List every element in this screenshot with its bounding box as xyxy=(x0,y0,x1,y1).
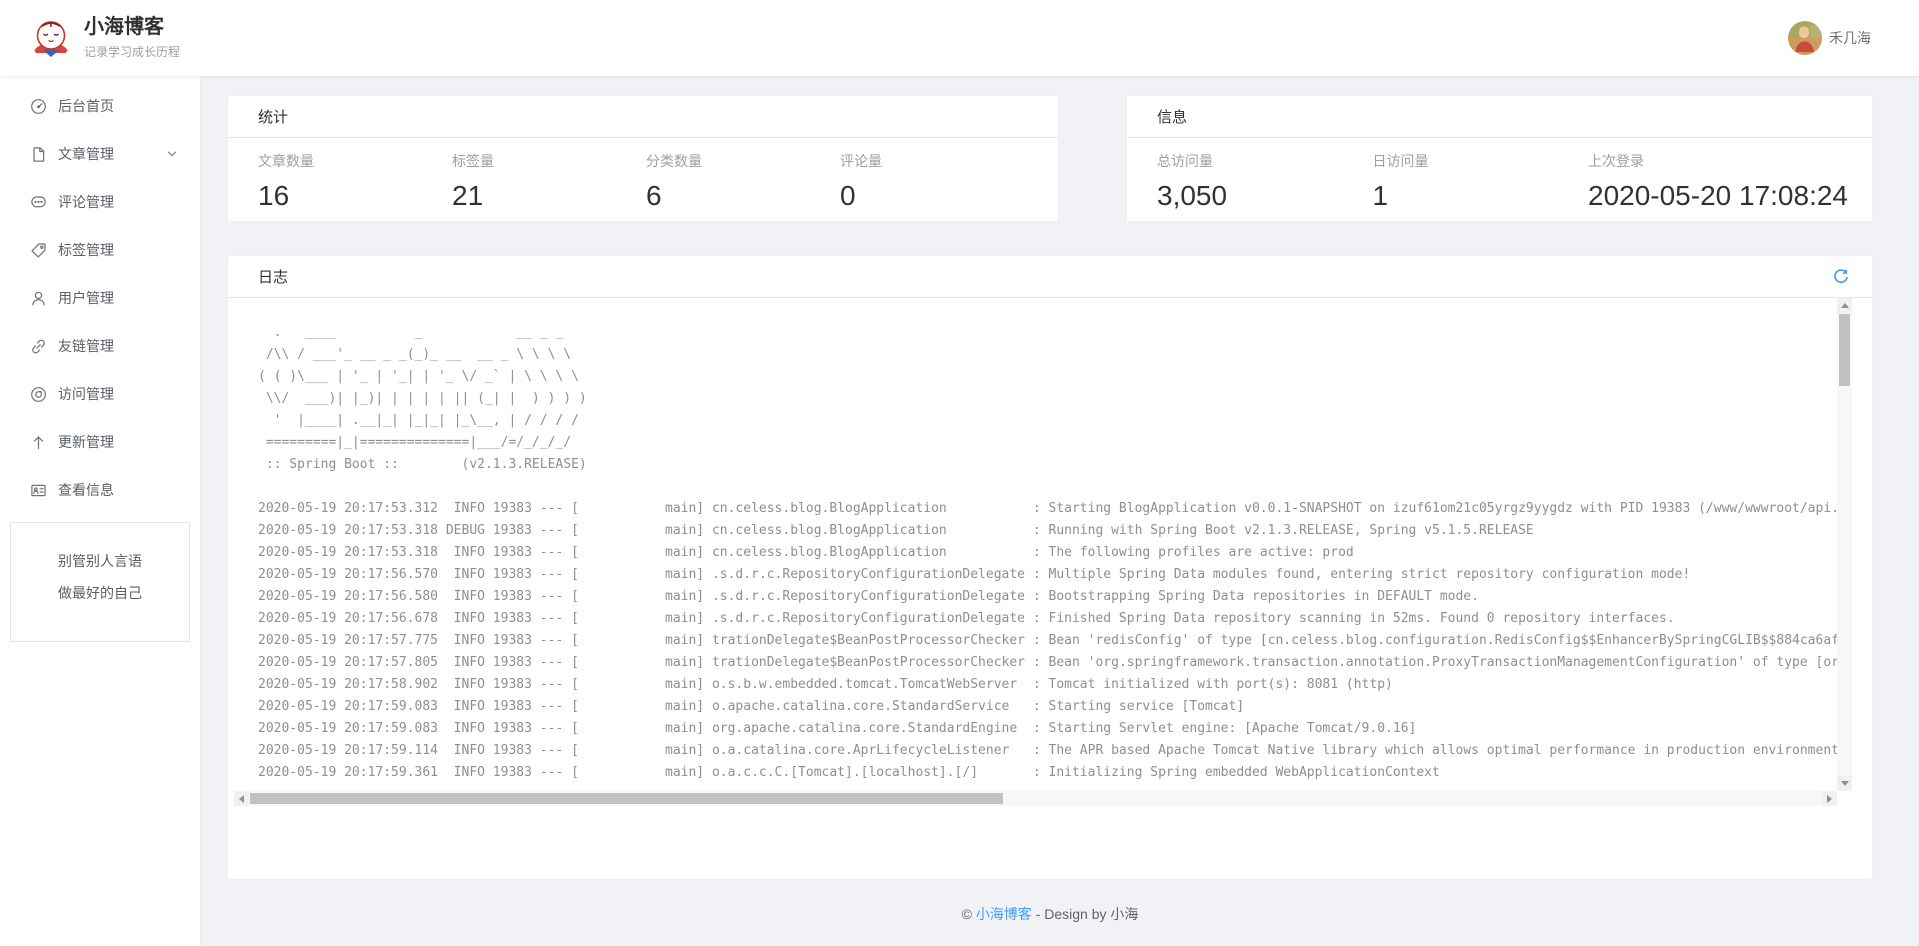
link-icon xyxy=(30,338,47,355)
copyright-prefix: © xyxy=(962,906,976,922)
stat-label: 文章数量 xyxy=(258,151,452,171)
log-card-title: 日志 xyxy=(258,266,288,287)
stat-item: 总访问量 3,050 xyxy=(1157,151,1373,213)
vertical-scrollbar[interactable] xyxy=(1837,298,1852,791)
scroll-up-arrow[interactable] xyxy=(1837,298,1852,313)
app-header: 小海博客 记录学习成长历程 禾几海 xyxy=(0,0,1919,76)
sidebar-item-articles[interactable]: 文章管理 xyxy=(0,130,200,178)
blog-mascot-icon xyxy=(30,17,72,59)
app-subtitle: 记录学习成长历程 xyxy=(84,43,180,60)
app-title: 小海博客 xyxy=(84,16,180,39)
vertical-scroll-thumb[interactable] xyxy=(1839,314,1850,386)
sidebar-item-label: 友链管理 xyxy=(58,336,114,356)
quote-line: 别管别人言语 xyxy=(17,551,183,571)
info-card-body: 总访问量 3,050日访问量 1 上次登录 2020-05-20 17:08:24 xyxy=(1127,138,1872,213)
visit-icon xyxy=(30,386,47,403)
stat-value: 6 xyxy=(646,179,840,213)
sidebar-item-updates[interactable]: 更新管理 xyxy=(0,418,200,466)
stat-item: 评论量 0 xyxy=(840,151,1034,213)
user-avatar xyxy=(1788,21,1822,55)
sidebar-item-label: 用户管理 xyxy=(58,288,114,308)
id-card-icon xyxy=(30,482,47,499)
chevron-down-icon xyxy=(166,148,178,160)
horizontal-scrollbar[interactable] xyxy=(234,791,1837,806)
stat-value: 2020-05-20 17:08:24 xyxy=(1588,179,1848,213)
horizontal-scroll-thumb[interactable] xyxy=(250,793,1003,804)
stat-item: 日访问量 1 xyxy=(1373,151,1589,213)
user-icon xyxy=(30,290,47,307)
quote-box: 别管别人言语做最好的自己 xyxy=(10,522,190,642)
stat-value: 1 xyxy=(1373,179,1589,213)
stat-label: 分类数量 xyxy=(646,151,840,171)
scroll-left-arrow[interactable] xyxy=(234,791,249,806)
stat-label: 日访问量 xyxy=(1373,151,1589,171)
log-card: 日志 . ____ _ __ _ _ /\\ / ___'_ __ _ _(_)… xyxy=(227,255,1873,880)
sidebar-item-label: 文章管理 xyxy=(58,144,114,164)
stats-card: 统计 文章数量 16标签量 21分类数量 6评论量 0 xyxy=(227,95,1059,222)
scroll-right-arrow[interactable] xyxy=(1822,791,1837,806)
log-viewport: . ____ _ __ _ _ /\\ / ___'_ __ _ _(_)_ _… xyxy=(234,298,1852,806)
stat-item: 文章数量 16 xyxy=(258,151,452,213)
sidebar-item-label: 访问管理 xyxy=(58,384,114,404)
user-name: 禾几海 xyxy=(1829,28,1871,48)
stat-item: 标签量 21 xyxy=(452,151,646,213)
dashboard-icon xyxy=(30,98,47,115)
sidebar-item-label: 标签管理 xyxy=(58,240,114,260)
stats-card-body: 文章数量 16标签量 21分类数量 6评论量 0 xyxy=(228,138,1058,213)
stat-label: 上次登录 xyxy=(1588,151,1848,171)
user-menu[interactable]: 禾几海 xyxy=(1788,21,1871,55)
article-icon xyxy=(30,146,47,163)
info-card: 信息 总访问量 3,050日访问量 1 上次登录 2020-05-20 17:08:24 xyxy=(1126,95,1873,222)
sidebar-item-label: 查看信息 xyxy=(58,480,114,500)
stat-value: 0 xyxy=(840,179,1034,213)
stat-value: 21 xyxy=(452,179,646,213)
stat-value: 16 xyxy=(258,179,452,213)
stat-item: 上次登录 2020-05-20 17:08:24 xyxy=(1588,151,1848,213)
sidebar-item-label: 评论管理 xyxy=(58,192,114,212)
comment-icon xyxy=(30,194,47,211)
upload-icon xyxy=(30,434,47,451)
tag-icon xyxy=(30,242,47,259)
sidebar-item-comments[interactable]: 评论管理 xyxy=(0,178,200,226)
sidebar-item-label: 更新管理 xyxy=(58,432,114,452)
sidebar-item-visits[interactable]: 访问管理 xyxy=(0,370,200,418)
sidebar-item-links[interactable]: 友链管理 xyxy=(0,322,200,370)
stat-label: 标签量 xyxy=(452,151,646,171)
stat-label: 总访问量 xyxy=(1157,151,1373,171)
refresh-icon[interactable] xyxy=(1832,268,1850,286)
quote-line: 做最好的自己 xyxy=(17,583,183,603)
sidebar-item-label: 后台首页 xyxy=(58,96,114,116)
main-content: 统计 文章数量 16标签量 21分类数量 6评论量 0 信息 总访问量 3,050日访问量… xyxy=(200,76,1919,946)
copyright-suffix: - Design by 小海 xyxy=(1032,906,1139,922)
info-card-title: 信息 xyxy=(1157,106,1187,127)
sidebar: 后台首页文章管理评论管理标签管理用户管理友链管理访问管理更新管理查看信息 别管别… xyxy=(0,76,200,946)
stat-label: 评论量 xyxy=(840,151,1034,171)
scroll-down-arrow[interactable] xyxy=(1837,776,1852,791)
app-logo[interactable]: 小海博客 记录学习成长历程 xyxy=(30,16,180,60)
sidebar-item-users[interactable]: 用户管理 xyxy=(0,274,200,322)
sidebar-item-dashboard[interactable]: 后台首页 xyxy=(0,82,200,130)
stat-value: 3,050 xyxy=(1157,179,1373,213)
sidebar-item-info[interactable]: 查看信息 xyxy=(0,466,200,514)
log-output: . ____ _ __ _ _ /\\ / ___'_ __ _ _(_)_ _… xyxy=(234,300,1837,791)
stats-card-title: 统计 xyxy=(258,106,288,127)
footer-site-link[interactable]: 小海博客 xyxy=(976,906,1032,922)
footer: © 小海博客 - Design by 小海 xyxy=(227,904,1873,924)
sidebar-item-tags[interactable]: 标签管理 xyxy=(0,226,200,274)
stat-item: 分类数量 6 xyxy=(646,151,840,213)
sidebar-menu: 后台首页文章管理评论管理标签管理用户管理友链管理访问管理更新管理查看信息 xyxy=(0,82,200,514)
